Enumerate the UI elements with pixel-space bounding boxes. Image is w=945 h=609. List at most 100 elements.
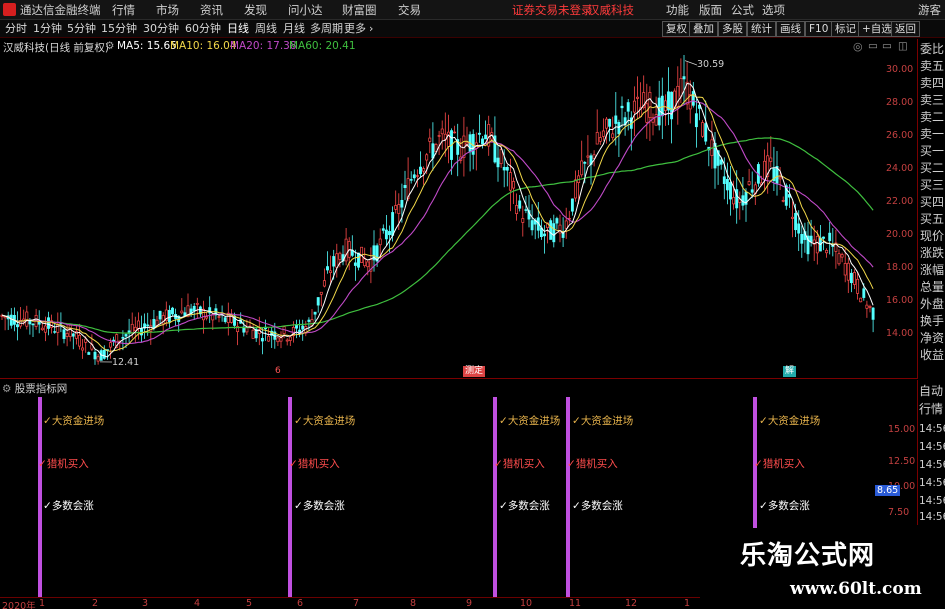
quote-label: 买三 bbox=[920, 178, 945, 192]
candle-body bbox=[654, 114, 658, 126]
candle-body bbox=[608, 118, 612, 127]
stats-button[interactable]: 统计 bbox=[747, 21, 776, 37]
candle-body bbox=[601, 130, 605, 137]
candle-body bbox=[260, 337, 264, 342]
candle-body bbox=[481, 138, 484, 145]
event-marker[interactable]: 测定 bbox=[463, 366, 486, 377]
price-tick: 30.00 bbox=[886, 64, 914, 75]
zoom-minus-icon[interactable]: ▭ bbox=[868, 40, 878, 52]
candle-body bbox=[124, 334, 128, 337]
candle-body bbox=[722, 176, 726, 184]
menu-item-gongshi[interactable]: 公式 bbox=[731, 2, 754, 18]
menu-item-faxian[interactable]: 发现 bbox=[244, 2, 267, 18]
menu-item-zixun[interactable]: 资讯 bbox=[200, 2, 223, 18]
candle-body bbox=[530, 220, 534, 231]
signal-group: ✓大资金进场 ✓猎机买入 ✓多数会涨 bbox=[289, 410, 369, 520]
user-label[interactable]: 游客 bbox=[918, 2, 941, 18]
zoom-circle-icon[interactable]: ◎ bbox=[853, 40, 863, 53]
event-marker[interactable]: 解 bbox=[783, 366, 797, 377]
period-more[interactable]: 更多 bbox=[344, 21, 366, 37]
candle-body bbox=[543, 233, 546, 237]
candle-body bbox=[384, 229, 388, 240]
candle-body bbox=[574, 179, 577, 199]
candle-body bbox=[632, 100, 636, 113]
time-tick: 12 bbox=[625, 598, 638, 609]
time-tick: 6 bbox=[297, 598, 304, 609]
signal-group: ✓大资金进场 ✓猎机买入 ✓多数会涨 bbox=[38, 410, 118, 520]
candle-body bbox=[620, 105, 624, 109]
menu-item-xuanxiang[interactable]: 选项 bbox=[762, 2, 785, 18]
price-tick: 18.00 bbox=[886, 262, 914, 273]
period-daily[interactable]: 日线 bbox=[227, 21, 249, 37]
candle-body bbox=[353, 262, 357, 266]
candle-body bbox=[477, 132, 481, 135]
indicator-axis: 15.00 12.50 10.00 7.50 8.65 bbox=[875, 392, 917, 527]
fuquan-button[interactable]: 复权 bbox=[662, 21, 691, 37]
period-60min[interactable]: 60分钟 bbox=[185, 21, 221, 37]
candle-body bbox=[868, 306, 872, 308]
candle-body bbox=[502, 166, 506, 171]
signal-buy: ✓猎机买入 bbox=[38, 458, 89, 470]
expand-icon[interactable]: ◫ bbox=[898, 40, 908, 52]
back-button[interactable]: 返回 bbox=[891, 21, 920, 37]
menu-item-banmian[interactable]: 版面 bbox=[699, 2, 722, 18]
candle-body bbox=[171, 307, 174, 315]
mark-button[interactable]: 标记 bbox=[831, 21, 860, 37]
menu-item-wenxiaoda[interactable]: 问小达 bbox=[288, 2, 323, 18]
tick-side-panel: 自动 行情 14:56 14:56 14:56 14:56 14:56 14:5… bbox=[917, 380, 945, 525]
period-weekly[interactable]: 周线 bbox=[255, 21, 277, 37]
low-price-label: 12.41 bbox=[112, 357, 140, 368]
candle-body bbox=[645, 103, 649, 123]
candle-body bbox=[40, 327, 44, 331]
period-fenshi[interactable]: 分时 bbox=[5, 21, 27, 37]
candle-body bbox=[484, 134, 488, 140]
candle-body bbox=[840, 254, 844, 258]
watermark-title: 乐淘公式网 bbox=[740, 541, 876, 571]
overlay-button[interactable]: 叠加 bbox=[689, 21, 718, 37]
time-tick: 11 bbox=[569, 598, 582, 609]
price-tick: 28.00 bbox=[886, 97, 914, 108]
quote-label: 涨幅 bbox=[920, 263, 945, 277]
f10-button[interactable]: F10 bbox=[805, 21, 833, 37]
kline-chart[interactable] bbox=[0, 55, 915, 378]
candle-body bbox=[102, 349, 106, 359]
signal-rise: ✓多数会涨 bbox=[759, 500, 810, 512]
candle-body bbox=[158, 310, 162, 320]
event-marker[interactable]: 6 bbox=[273, 366, 283, 377]
candle-body bbox=[93, 351, 97, 360]
period-5min[interactable]: 5分钟 bbox=[67, 21, 96, 37]
settings-gear-icon[interactable]: ⚙ bbox=[105, 40, 114, 52]
candle-body bbox=[725, 178, 729, 191]
candle-body bbox=[78, 334, 81, 347]
candle-body bbox=[130, 323, 134, 334]
tick-label[interactable]: 自动 bbox=[919, 382, 943, 400]
period-1min[interactable]: 1分钟 bbox=[33, 21, 62, 37]
menu-item-caifuquan[interactable]: 财富圈 bbox=[342, 2, 377, 18]
top-menu-bar: 通达信金融终端 行情 市场 资讯 发现 问小达 财富圈 交易 证券交易未登录 汉… bbox=[0, 0, 945, 20]
period-monthly[interactable]: 月线 bbox=[283, 21, 305, 37]
candle-body bbox=[512, 181, 515, 189]
menu-item-shichang[interactable]: 市场 bbox=[156, 2, 179, 18]
more-chevron-icon[interactable]: › bbox=[369, 21, 373, 37]
multi-stock-button[interactable]: 多股 bbox=[718, 21, 747, 37]
candle-body bbox=[378, 238, 382, 246]
draw-line-button[interactable]: 画线 bbox=[776, 21, 805, 37]
candle-body bbox=[68, 324, 72, 338]
period-multi[interactable]: 多周期 bbox=[310, 21, 343, 37]
quote-side-panel: 委比 卖五 卖四 卖三 卖二 卖一 买一 买二 买三 买四 买五 现价 涨跌 涨… bbox=[917, 39, 945, 379]
candle-body bbox=[9, 314, 13, 326]
zoom-plus-icon[interactable]: ▭ bbox=[882, 40, 892, 52]
menu-item-hangqing[interactable]: 行情 bbox=[112, 2, 135, 18]
indicator-current-value: 8.65 bbox=[875, 485, 901, 496]
candle-body bbox=[871, 307, 875, 320]
period-15min[interactable]: 15分钟 bbox=[101, 21, 137, 37]
period-30min[interactable]: 30分钟 bbox=[143, 21, 179, 37]
menu-item-jiaoyi[interactable]: 交易 bbox=[398, 2, 421, 18]
quote-label: 卖四 bbox=[920, 76, 945, 90]
login-notice[interactable]: 证券交易未登录 bbox=[512, 2, 593, 18]
menu-item-gongneng[interactable]: 功能 bbox=[666, 2, 689, 18]
candle-body bbox=[843, 263, 847, 276]
candle-body bbox=[332, 256, 336, 267]
candle-body bbox=[521, 218, 525, 223]
signal-big-money: ✓大资金进场 bbox=[572, 415, 634, 427]
